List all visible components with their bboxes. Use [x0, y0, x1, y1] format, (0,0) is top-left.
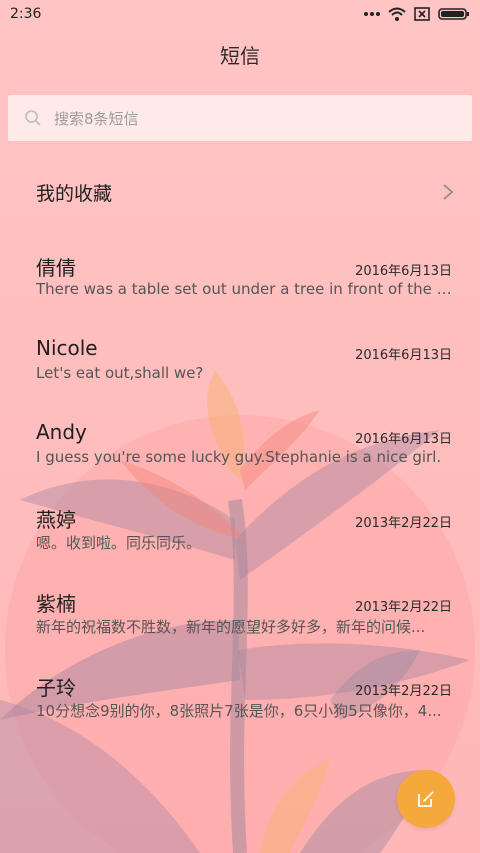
chevron-right-icon [443, 184, 454, 200]
message-preview: 新年的祝福数不胜数，新年的愿望好多好多，新年的问候... [36, 618, 426, 636]
message-date: 2016年6月13日 [355, 348, 452, 363]
message-row[interactable]: Nicole 2016年6月13日 Let's eat out,shall we… [0, 332, 480, 416]
compose-button[interactable] [397, 770, 455, 828]
message-date: 2013年2月22日 [355, 516, 452, 531]
battery-icon [438, 8, 469, 20]
more-dots-icon [364, 12, 380, 16]
compose-icon [418, 791, 434, 807]
wifi-icon [388, 7, 406, 21]
contact-name: Nicole [36, 336, 98, 360]
message-preview: There was a table set out under a tree i… [36, 280, 452, 298]
favorites-row[interactable]: 我的收藏 [0, 165, 480, 219]
search-bar[interactable]: 搜索8条短信 [8, 95, 472, 141]
page-title: 短信 [220, 44, 260, 68]
message-preview: I guess you're some lucky guy.Stephanie … [36, 448, 442, 466]
contact-name: 紫楠 [36, 592, 76, 616]
message-row[interactable]: Andy 2016年6月13日 I guess you're some luck… [0, 416, 480, 500]
contact-name: 倩倩 [36, 256, 76, 280]
contact-name: 燕婷 [36, 508, 76, 532]
message-date: 2013年2月22日 [355, 684, 452, 699]
search-icon [25, 110, 41, 126]
status-time: 2:36 [10, 6, 42, 22]
message-preview: 10分想念9别的你，8张照片7张是你，6只小狗5只像你，4... [36, 702, 442, 720]
message-preview: 嗯。收到啦。同乐同乐。 [36, 534, 202, 552]
message-date: 2013年2月22日 [355, 600, 452, 615]
message-row[interactable]: 燕婷 2013年2月22日 嗯。收到啦。同乐同乐。 [0, 500, 480, 584]
contact-name: Andy [36, 420, 87, 444]
message-list: 倩倩 2016年6月13日 There was a table set out … [0, 248, 480, 752]
contact-name: 子玲 [36, 676, 76, 700]
favorites-label: 我的收藏 [36, 182, 113, 205]
message-row[interactable]: 倩倩 2016年6月13日 There was a table set out … [0, 248, 480, 332]
search-placeholder: 搜索8条短信 [54, 109, 139, 128]
message-date: 2016年6月13日 [355, 264, 452, 279]
status-bar: 2:36 [0, 0, 480, 28]
message-preview: Let's eat out,shall we? [36, 364, 204, 382]
no-sim-icon [414, 7, 430, 21]
message-date: 2016年6月13日 [355, 432, 452, 447]
message-row[interactable]: 紫楠 2013年2月22日 新年的祝福数不胜数，新年的愿望好多好多，新年的问候.… [0, 584, 480, 668]
message-row[interactable]: 子玲 2013年2月22日 10分想念9别的你，8张照片7张是你，6只小狗5只像… [0, 668, 480, 752]
